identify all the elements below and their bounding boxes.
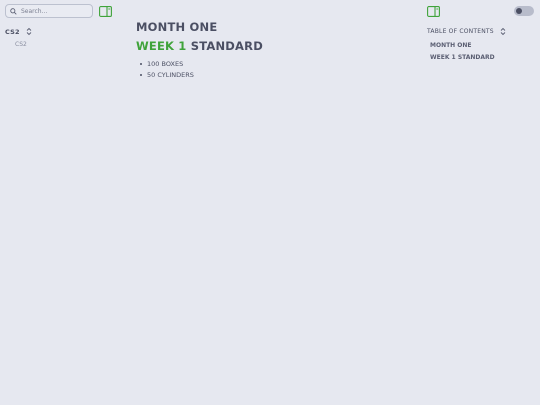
toc-panel-icon (427, 5, 440, 17)
tree-section-label: CS2 (5, 27, 20, 36)
search-icon (10, 7, 17, 15)
search-input[interactable]: Search... (5, 4, 93, 18)
toc-item-month-one[interactable]: MONTH ONE (430, 42, 472, 49)
list-item: 50 CYLINDERS (140, 70, 194, 82)
expand-collapse-icon (500, 27, 506, 36)
tree-item[interactable]: CS2 (15, 41, 27, 48)
toggle-toc-button[interactable] (427, 5, 440, 17)
toc-item-week-1-standard[interactable]: WEEK 1 STANDARD (430, 54, 495, 61)
toggle-knob (516, 8, 522, 14)
theme-toggle[interactable] (514, 6, 534, 16)
list-item-text: 100 BOXES (147, 59, 184, 68)
page-subtitle: WEEK 1 STANDARD (136, 39, 263, 53)
subtitle-highlight: WEEK 1 (136, 39, 187, 53)
expand-collapse-icon (26, 27, 32, 36)
page-title: MONTH ONE (136, 20, 218, 34)
toc-header[interactable]: TABLE OF CONTENTS (427, 27, 506, 36)
sidebar-panel-icon (99, 5, 112, 17)
bullet-icon (140, 62, 142, 65)
tree-section-header[interactable]: CS2 (5, 27, 32, 36)
list-item: 100 BOXES (140, 58, 194, 70)
search-placeholder: Search... (21, 7, 48, 15)
toggle-sidebar-button[interactable] (99, 5, 112, 17)
toc-header-label: TABLE OF CONTENTS (427, 28, 494, 35)
bullet-icon (140, 74, 142, 77)
subtitle-rest: STANDARD (190, 39, 263, 53)
list-item-text: 50 CYLINDERS (147, 71, 194, 80)
bullet-list: 100 BOXES 50 CYLINDERS (140, 58, 194, 81)
